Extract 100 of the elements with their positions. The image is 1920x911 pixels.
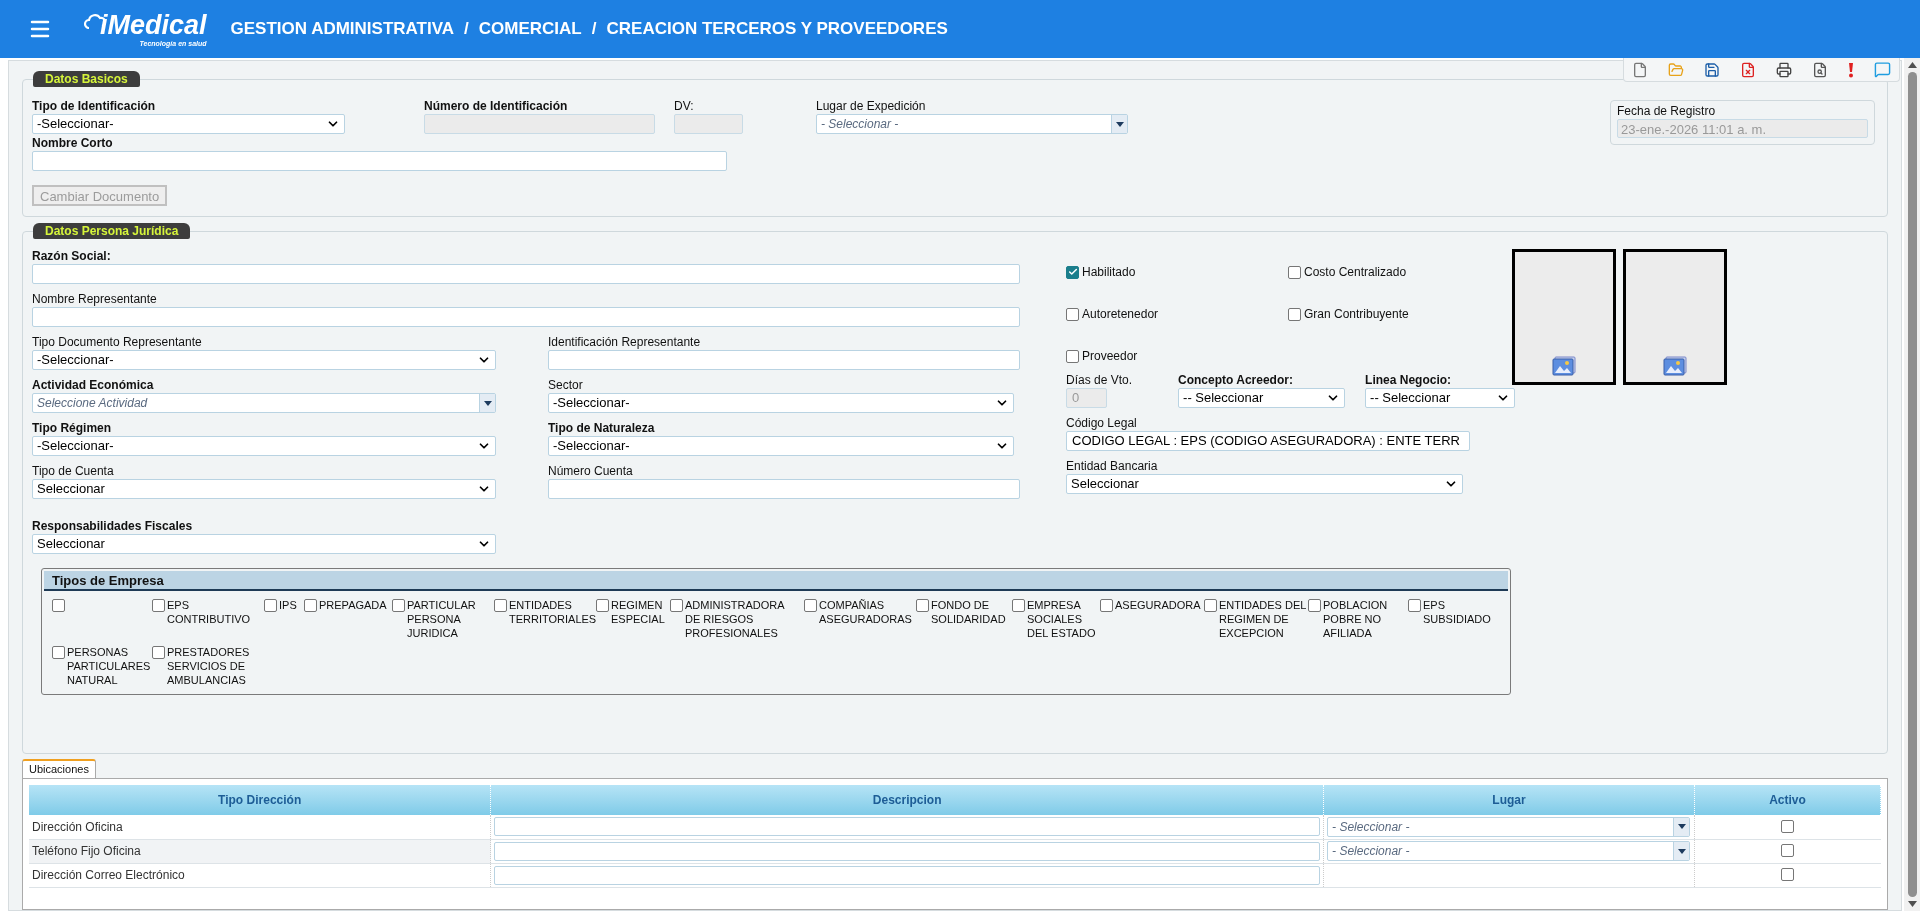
dropdown[interactable]: Seleccionar	[32, 479, 496, 499]
checkbox-label: EMPRESA SOCIALES DEL ESTADO	[1027, 598, 1097, 640]
breadcrumb-item: CREACION TERCEROS Y PROVEEDORES	[606, 18, 948, 41]
field-label: Lugar de Expedición	[816, 99, 927, 114]
scroll-down-icon[interactable]	[1907, 901, 1917, 907]
text-field[interactable]	[494, 841, 1321, 861]
checkbox-label: REGIMEN ESPECIAL	[611, 598, 666, 626]
field-label: Tipo de Cuenta	[32, 464, 115, 479]
checkbox[interactable]	[1066, 307, 1079, 321]
scrollbar[interactable]	[1904, 58, 1920, 911]
checkbox[interactable]	[916, 599, 929, 612]
checkbox[interactable]	[1288, 265, 1301, 279]
dropdown-arrow-button[interactable]	[1673, 817, 1690, 836]
field-label: Concepto Acreedor:	[1178, 373, 1294, 388]
logo: iMedical	[100, 11, 207, 39]
checkbox[interactable]	[264, 599, 277, 612]
table-cell: Dirección Correo Electrónico	[29, 863, 491, 887]
checkbox[interactable]	[494, 599, 507, 612]
checkbox-label: PRESTADORES SERVICIOS DE AMBULANCIAS	[167, 645, 251, 687]
column-header: Descripcion	[490, 785, 1324, 815]
checkbox[interactable]	[152, 646, 165, 659]
file-x-icon[interactable]	[1740, 61, 1756, 78]
checkbox[interactable]	[1100, 599, 1113, 612]
checkbox[interactable]	[1781, 819, 1795, 833]
checkbox-label: PREPAGADA	[319, 598, 387, 612]
checkbox[interactable]	[1781, 844, 1795, 857]
combo-box[interactable]: - Seleccionar -	[1327, 816, 1691, 837]
text-field[interactable]	[494, 817, 1321, 837]
save-icon[interactable]	[1704, 61, 1720, 78]
checkbox[interactable]	[670, 599, 683, 612]
checkbox[interactable]	[1781, 868, 1795, 881]
dropdown[interactable]: -Seleccionar-	[548, 436, 1014, 456]
table-cell: Teléfono Fijo Oficina	[29, 839, 491, 863]
text-field[interactable]	[494, 865, 1321, 885]
combo-box[interactable]: - Seleccionar -	[816, 114, 1128, 134]
scrollbar-thumb[interactable]	[1907, 72, 1917, 897]
image-slot[interactable]	[1512, 249, 1616, 385]
text-field[interactable]	[32, 264, 1020, 284]
field-label: Actividad Económica	[32, 378, 155, 393]
field-label: Tipo de Identificación	[32, 99, 157, 114]
caret-down-icon	[1677, 848, 1686, 854]
field-label: Tipo Documento Representante	[32, 335, 203, 350]
dropdown[interactable]: -Seleccionar-	[32, 350, 496, 370]
field-label: Días de Vto.	[1066, 373, 1133, 388]
breadcrumb-separator: /	[464, 18, 469, 41]
checkbox[interactable]	[152, 599, 165, 612]
dropdown[interactable]: -Seleccionar-	[32, 436, 496, 456]
checkbox[interactable]	[1012, 599, 1025, 612]
checkbox[interactable]	[1308, 599, 1321, 612]
field-label: Tipo de Naturaleza	[548, 421, 656, 436]
combo-box[interactable]: - Seleccionar -	[1327, 841, 1691, 861]
dropdown[interactable]: -Seleccionar-	[32, 114, 345, 134]
field-label: DV:	[674, 99, 695, 114]
dropdown[interactable]: Seleccionar	[32, 534, 496, 554]
tab[interactable]: Ubicaciones	[22, 759, 96, 778]
image-icon	[1552, 356, 1576, 376]
text-field[interactable]	[32, 151, 727, 171]
checkbox[interactable]	[1408, 599, 1421, 612]
file-search-icon[interactable]	[1812, 61, 1828, 78]
text-field[interactable]	[32, 307, 1020, 327]
checkbox[interactable]	[52, 646, 65, 659]
checkbox[interactable]	[392, 599, 405, 612]
image-slot[interactable]	[1623, 249, 1727, 385]
breadcrumb-separator: /	[591, 18, 597, 41]
checkbox[interactable]	[596, 599, 609, 612]
text-field[interactable]: CODIGO LEGAL : EPS (CODIGO ASEGURADORA) : ENTE TERR	[1066, 431, 1470, 451]
checkbox-label: ADMINISTRADORA DE RIESGOS PROFESIONALES	[685, 598, 786, 640]
table-cell: Dirección Oficina	[29, 815, 491, 839]
checkbox-label: Habilitado	[1082, 264, 1136, 281]
dropdown-arrow-button[interactable]	[479, 394, 495, 412]
checkbox[interactable]	[1066, 265, 1079, 279]
column-header: Lugar	[1323, 785, 1695, 815]
field-label: Identificación Representante	[548, 335, 702, 350]
text-field[interactable]	[548, 479, 1020, 499]
checkbox-label: EPS CONTRIBUTIVO	[167, 598, 252, 626]
checkbox[interactable]	[1204, 599, 1217, 612]
checkbox[interactable]	[1288, 307, 1301, 321]
chat-icon[interactable]	[1874, 61, 1891, 78]
checkbox-label: Autoretenedor	[1082, 306, 1159, 323]
scroll-up-icon[interactable]	[1907, 62, 1917, 68]
dropdown[interactable]: Seleccionar	[1066, 474, 1463, 494]
field-label: Sector	[548, 378, 584, 393]
dropdown-arrow-button[interactable]	[1673, 842, 1690, 860]
combo-box[interactable]: Seleccione Actividad	[32, 393, 496, 413]
dropdown-arrow-button[interactable]	[1111, 115, 1127, 133]
checkbox[interactable]	[52, 599, 65, 612]
dropdown[interactable]: -- Seleccionar	[1178, 388, 1346, 408]
checkbox-label: Gran Contribuyente	[1304, 306, 1409, 323]
exclamation-icon[interactable]	[1848, 61, 1854, 78]
checkbox[interactable]	[804, 599, 817, 612]
section-legend: Datos Persona Jurídica	[33, 223, 191, 239]
print-icon[interactable]	[1776, 61, 1792, 78]
dropdown[interactable]: -- Seleccionar	[1365, 388, 1516, 408]
breadcrumb-item[interactable]: COMERCIAL	[478, 16, 582, 42]
file-icon[interactable]	[1632, 61, 1648, 78]
checkbox[interactable]	[304, 599, 317, 612]
text-field[interactable]	[548, 350, 1020, 370]
breadcrumb-item[interactable]: GESTION ADMINISTRATIVA	[230, 16, 455, 42]
checkbox[interactable]	[1066, 349, 1079, 363]
dropdown[interactable]: -Seleccionar-	[548, 393, 1014, 413]
